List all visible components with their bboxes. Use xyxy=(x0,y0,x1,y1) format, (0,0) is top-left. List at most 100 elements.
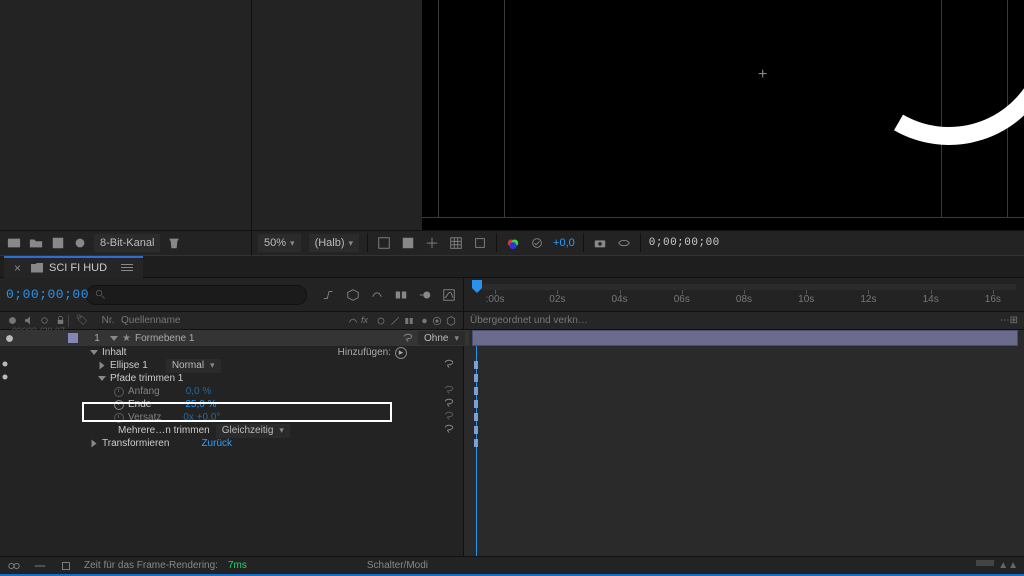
visibility-eye-icon[interactable] xyxy=(0,372,10,382)
visibility-eye-icon[interactable] xyxy=(0,359,10,369)
add-contents-button[interactable]: ▸ xyxy=(395,347,407,359)
project-settings-icon[interactable] xyxy=(72,235,88,251)
sourcename-column[interactable]: Quellenname xyxy=(121,315,241,326)
layer-search-input[interactable] xyxy=(86,285,307,305)
comp-mini-flow-icon[interactable] xyxy=(321,287,337,303)
trim-end-prop[interactable]: Ende 25,0 % xyxy=(0,398,463,411)
show-snapshot-icon[interactable] xyxy=(616,235,632,251)
panel-menu-icon[interactable] xyxy=(121,264,133,271)
fx-switch-icon[interactable]: fx xyxy=(361,315,373,327)
toggle-switches-icon[interactable] xyxy=(6,558,22,574)
zoom-select[interactable]: 50%▾ xyxy=(258,234,301,252)
interpret-footage-icon[interactable] xyxy=(6,235,22,251)
timeline-tab-active[interactable]: × SCI FI HUD xyxy=(4,256,143,278)
motionblur-switch-icon[interactable] xyxy=(417,315,429,327)
lasso-parent-icon[interactable] xyxy=(443,384,455,396)
trim-multiple-prop[interactable]: Mehrere…n trimmen Gleichzeitig▾ xyxy=(0,424,463,437)
time-nav-zoom-slider-icon[interactable] xyxy=(976,560,994,566)
solo-column-icon[interactable] xyxy=(39,315,50,326)
cti-head-icon[interactable] xyxy=(472,280,482,294)
lasso-parent-icon[interactable] xyxy=(443,358,455,370)
stopwatch-icon[interactable] xyxy=(114,387,124,397)
adjustment-switch-icon[interactable] xyxy=(431,315,443,327)
trim-start-prop[interactable]: Anfang 0,0 % xyxy=(0,385,463,398)
exposure-reset-icon[interactable] xyxy=(529,235,545,251)
composition-viewer[interactable]: + xyxy=(422,0,1024,230)
stopwatch-icon[interactable] xyxy=(114,400,124,410)
exposure-value[interactable]: +0,0 xyxy=(553,237,575,249)
trim-start-value[interactable]: 0,0 % xyxy=(186,386,212,397)
stopwatch-icon[interactable] xyxy=(114,413,124,423)
resolution-select[interactable]: (Halb)▾ xyxy=(309,234,359,252)
keyframe-marker-icon[interactable] xyxy=(474,400,478,408)
transform-group[interactable]: Transformieren Zurück xyxy=(0,437,463,450)
ellipse-twirly-icon[interactable] xyxy=(100,362,105,370)
search-icon xyxy=(95,289,106,300)
toggle-mask-icon[interactable] xyxy=(400,235,416,251)
channel-icon[interactable] xyxy=(505,235,521,251)
trim-multiple-select[interactable]: Gleichzeitig▾ xyxy=(216,424,290,438)
shape-mode-select[interactable]: Normal▾ xyxy=(166,359,221,373)
new-comp-icon[interactable] xyxy=(50,235,66,251)
lasso-parent-icon[interactable] xyxy=(443,410,455,422)
layer-switches-header: fx xyxy=(347,315,463,327)
lock-column-icon[interactable] xyxy=(55,315,66,326)
trim-offset-value[interactable]: 0x +0,0° xyxy=(183,412,220,423)
keyframe-marker-icon[interactable] xyxy=(474,439,478,447)
trim-twirly-icon[interactable] xyxy=(98,376,106,381)
contents-twirly-icon[interactable] xyxy=(90,350,98,355)
parent-column[interactable]: Übergeordnet und verkn… xyxy=(470,315,588,326)
switches-modes-toggle[interactable]: Schalter/Modi xyxy=(367,560,428,571)
graph-editor-icon[interactable] xyxy=(441,287,457,303)
current-time-block[interactable]: 0;00;00;00 00000 (29.97 fps) xyxy=(6,287,78,302)
viewer-timecode[interactable]: 0;00;00;00 xyxy=(649,237,720,249)
video-toggle-icon[interactable] xyxy=(4,333,15,344)
toggle-transparency-icon[interactable] xyxy=(376,235,392,251)
time-ruler[interactable]: :00s02s04s06s08s10s12s14s16s xyxy=(464,278,1024,311)
frame-blend-icon[interactable] xyxy=(393,287,409,303)
zoom-in-icon[interactable] xyxy=(32,558,48,574)
project-depth-select[interactable]: 8-Bit-Kanal xyxy=(94,234,160,252)
motion-blur-icon[interactable] xyxy=(417,287,433,303)
expand-icon[interactable] xyxy=(58,558,74,574)
layer-name[interactable]: Formebene 1 xyxy=(135,333,194,344)
layer-duration-bar[interactable] xyxy=(472,330,1018,346)
timeline-tracks[interactable] xyxy=(464,330,1024,556)
contents-group[interactable]: Inhalt Hinzufügen: ▸ xyxy=(0,346,463,359)
trim-offset-prop[interactable]: Versatz 0x +0,0° xyxy=(0,411,463,424)
grid-icon[interactable] xyxy=(448,235,464,251)
collapse-switch-icon[interactable] xyxy=(375,315,387,327)
layer-color-label[interactable] xyxy=(68,333,78,343)
shy-icon[interactable] xyxy=(369,287,385,303)
video-column-icon[interactable] xyxy=(7,315,18,326)
layer-twirly-icon[interactable] xyxy=(110,336,118,341)
ellipse-group[interactable]: Ellipse 1 Normal▾ xyxy=(0,359,463,372)
draft3d-icon[interactable] xyxy=(345,287,361,303)
keyframe-marker-icon[interactable] xyxy=(474,374,478,382)
new-folder-icon[interactable] xyxy=(28,235,44,251)
roi-icon[interactable] xyxy=(472,235,488,251)
layer-outline: 1 ★ Formebene 1 / Inhalt Hinzufügen: xyxy=(0,330,464,556)
shy-switch-icon[interactable] xyxy=(347,315,359,327)
pickwhip-icon[interactable] xyxy=(402,332,414,344)
keyframe-marker-icon[interactable] xyxy=(474,413,478,421)
transform-twirly-icon[interactable] xyxy=(92,440,97,448)
3d-switch-icon[interactable] xyxy=(445,315,457,327)
snapshot-icon[interactable] xyxy=(592,235,608,251)
current-timecode[interactable]: 0;00;00;00 xyxy=(6,287,78,302)
audio-column-icon[interactable] xyxy=(23,315,34,326)
keyframe-marker-icon[interactable] xyxy=(474,361,478,369)
keyframe-marker-icon[interactable] xyxy=(474,387,478,395)
tab-close-icon[interactable]: × xyxy=(14,261,21,275)
trim-end-value[interactable]: 25,0 % xyxy=(185,399,216,410)
trash-icon[interactable] xyxy=(166,235,182,251)
layer-row[interactable]: 1 ★ Formebene 1 / xyxy=(0,330,463,346)
trim-paths-group[interactable]: Pfade trimmen 1 xyxy=(0,372,463,385)
parent-link-control[interactable]: Ohne▾ xyxy=(398,330,469,346)
quality-switch-icon[interactable] xyxy=(389,315,401,327)
guides-icon[interactable] xyxy=(424,235,440,251)
transform-reset-button[interactable]: Zurück xyxy=(201,438,232,449)
keyframe-marker-icon[interactable] xyxy=(474,426,478,434)
frameblend-switch-icon[interactable] xyxy=(403,315,415,327)
composition-panel: + xyxy=(252,0,1024,230)
